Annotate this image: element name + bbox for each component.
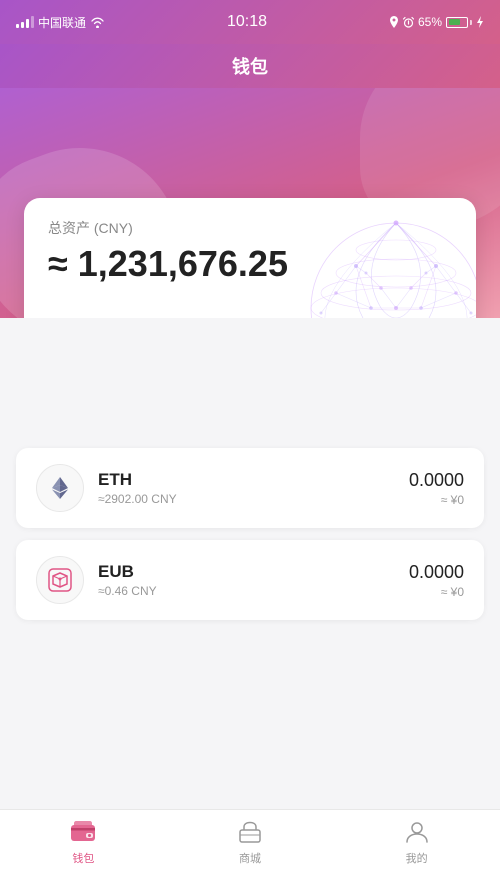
eub-logo [46, 566, 74, 594]
alarm-icon [403, 16, 414, 28]
page-header: 钱包 [0, 44, 500, 88]
eth-symbol: ETH [98, 470, 409, 490]
battery-icon [446, 17, 472, 28]
status-time: 10:18 [227, 13, 267, 31]
eth-icon-container [36, 464, 84, 512]
dome-decoration [296, 198, 476, 318]
eth-cny: ≈ ¥0 [409, 493, 464, 507]
tab-shop[interactable]: 商城 [167, 818, 334, 866]
tab-bar: 钱包 商城 我的 [0, 809, 500, 889]
location-icon [389, 16, 399, 28]
eth-logo [46, 474, 74, 502]
battery-percent: 65% [418, 15, 442, 29]
signal-icon [16, 16, 34, 28]
eub-info: EUB ≈0.46 CNY [98, 562, 409, 598]
wallet-card: 总资产 (CNY) ≈ 1,231,676.25 [24, 198, 476, 318]
wifi-icon [90, 17, 105, 28]
profile-tab-icon [403, 818, 431, 846]
page-title: 钱包 [232, 53, 268, 79]
eub-price: ≈0.46 CNY [98, 584, 409, 598]
status-bar: 中国联通 10:18 65% [0, 0, 500, 44]
tab-profile[interactable]: 我的 [333, 818, 500, 866]
eub-symbol: EUB [98, 562, 409, 582]
status-left: 中国联通 [16, 14, 105, 31]
eth-price: ≈2902.00 CNY [98, 492, 409, 506]
carrier-label: 中国联通 [38, 14, 86, 31]
eth-info: ETH ≈2902.00 CNY [98, 470, 409, 506]
shop-tab-icon [236, 818, 264, 846]
profile-tab-label: 我的 [406, 850, 428, 866]
eth-balance: 0.0000 ≈ ¥0 [409, 470, 464, 507]
tab-wallet[interactable]: 钱包 [0, 818, 167, 866]
charging-icon [476, 16, 484, 28]
status-right: 65% [389, 15, 484, 29]
eub-balance: 0.0000 ≈ ¥0 [409, 562, 464, 599]
wallet-tab-icon [69, 818, 97, 846]
eub-icon-container [36, 556, 84, 604]
eub-amount: 0.0000 [409, 562, 464, 583]
main-content: ETH ≈2902.00 CNY 0.0000 ≈ ¥0 EUB ≈0.46 C… [0, 448, 500, 620]
eub-cny: ≈ ¥0 [409, 585, 464, 599]
wallet-tab-label: 钱包 [72, 850, 94, 866]
gradient-background: 总资产 (CNY) ≈ 1,231,676.25 [0, 88, 500, 318]
token-item-eth[interactable]: ETH ≈2902.00 CNY 0.0000 ≈ ¥0 [16, 448, 484, 528]
eth-amount: 0.0000 [409, 470, 464, 491]
token-item-eub[interactable]: EUB ≈0.46 CNY 0.0000 ≈ ¥0 [16, 540, 484, 620]
shop-tab-label: 商城 [239, 850, 261, 866]
